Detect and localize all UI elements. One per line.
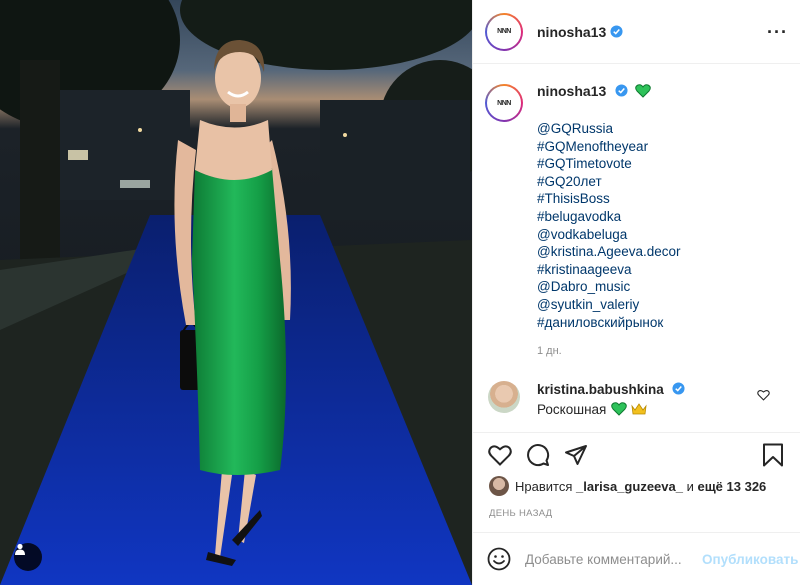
verified-badge-icon: [615, 84, 628, 97]
likes-middle: и: [686, 478, 694, 494]
likes-prefix: Нравится: [515, 478, 573, 494]
caption-tag[interactable]: @syutkin_valeriy: [537, 296, 681, 314]
caption-author-logo: NNN: [497, 99, 511, 107]
crown-icon: [631, 403, 647, 415]
verified-badge-icon: [610, 25, 623, 38]
comment-item: kristina.babushkina Роскошная: [485, 381, 788, 417]
caption-username[interactable]: ninosha13: [537, 83, 606, 99]
comment-input[interactable]: [525, 551, 702, 567]
comment-body: Роскошная: [537, 402, 607, 418]
photo-scene: [0, 0, 472, 585]
post-timestamp[interactable]: ДЕНЬ НАЗАД: [489, 508, 552, 519]
caption-tag[interactable]: @vodkabeluga: [537, 226, 681, 244]
caption-tags: @GQRussia #GQMenoftheyear #GQTimetovote …: [537, 120, 681, 331]
green-heart-icon: [611, 402, 627, 416]
share-button[interactable]: [563, 442, 589, 468]
likes-user[interactable]: _larisa_guzeeva_: [576, 479, 683, 494]
post-photo[interactable]: [0, 0, 472, 585]
publish-button[interactable]: Опубликовать: [702, 552, 798, 567]
caption-tag[interactable]: #GQTimetovote: [537, 155, 681, 173]
user-tag-icon: [15, 543, 25, 555]
caption-tag[interactable]: #GQ20лет: [537, 173, 681, 191]
caption-tag[interactable]: @kristina.Ageeva.decor: [537, 243, 681, 261]
liker-avatar[interactable]: [489, 476, 509, 496]
comment-icon: [527, 443, 550, 466]
post-caption: NNN ninosha13 @GQRussia #GQMenoftheyear …: [485, 83, 788, 357]
caption-tag[interactable]: #kristinaageeva: [537, 261, 681, 279]
author-logo: NNN: [497, 28, 511, 35]
share-icon: [565, 444, 587, 465]
green-heart-icon: [635, 84, 651, 98]
user-tag-button[interactable]: [14, 543, 42, 571]
more-options-icon[interactable]: ···: [767, 23, 788, 41]
caption-tag[interactable]: #ThisisBoss: [537, 190, 681, 208]
commenter-username[interactable]: kristina.babushkina: [537, 382, 664, 397]
caption-tag[interactable]: @Dabro_music: [537, 278, 681, 296]
post-panel: NNN ninosha13 ··· NNN ninosha13 @GQRussi…: [472, 0, 800, 585]
add-comment-bar: Опубликовать: [473, 532, 800, 585]
emoji-button[interactable]: [487, 546, 511, 572]
emoji-icon: [487, 547, 511, 571]
action-bar: [473, 432, 800, 476]
likes-summary: Нравится _larisa_guzeeva_ и ещё 13 326: [489, 476, 790, 496]
verified-badge-icon: [672, 382, 685, 395]
caption-tag[interactable]: @GQRussia: [537, 120, 681, 138]
caption-tag[interactable]: #даниловскийрынок: [537, 314, 681, 332]
comment-button[interactable]: [525, 442, 551, 468]
comment-text: Роскошная: [537, 402, 757, 417]
post-header: NNN ninosha13 ···: [473, 0, 800, 64]
comments-section: NNN ninosha13 @GQRussia #GQMenoftheyear …: [473, 65, 800, 432]
caption-author-avatar[interactable]: NNN: [485, 84, 523, 122]
author-avatar[interactable]: NNN: [485, 12, 523, 51]
commenter-avatar[interactable]: [488, 381, 520, 414]
comment-like-icon[interactable]: [757, 389, 770, 401]
like-button[interactable]: [487, 442, 513, 468]
bookmark-icon: [763, 443, 783, 466]
caption-tag[interactable]: #belugavodka: [537, 208, 681, 226]
save-button[interactable]: [760, 442, 786, 468]
caption-tag[interactable]: #GQMenoftheyear: [537, 138, 681, 156]
likes-count[interactable]: ещё 13 326: [697, 479, 766, 494]
author-username[interactable]: ninosha13: [537, 24, 606, 40]
heart-icon: [488, 444, 512, 466]
caption-timestamp[interactable]: 1 дн.: [537, 345, 681, 357]
